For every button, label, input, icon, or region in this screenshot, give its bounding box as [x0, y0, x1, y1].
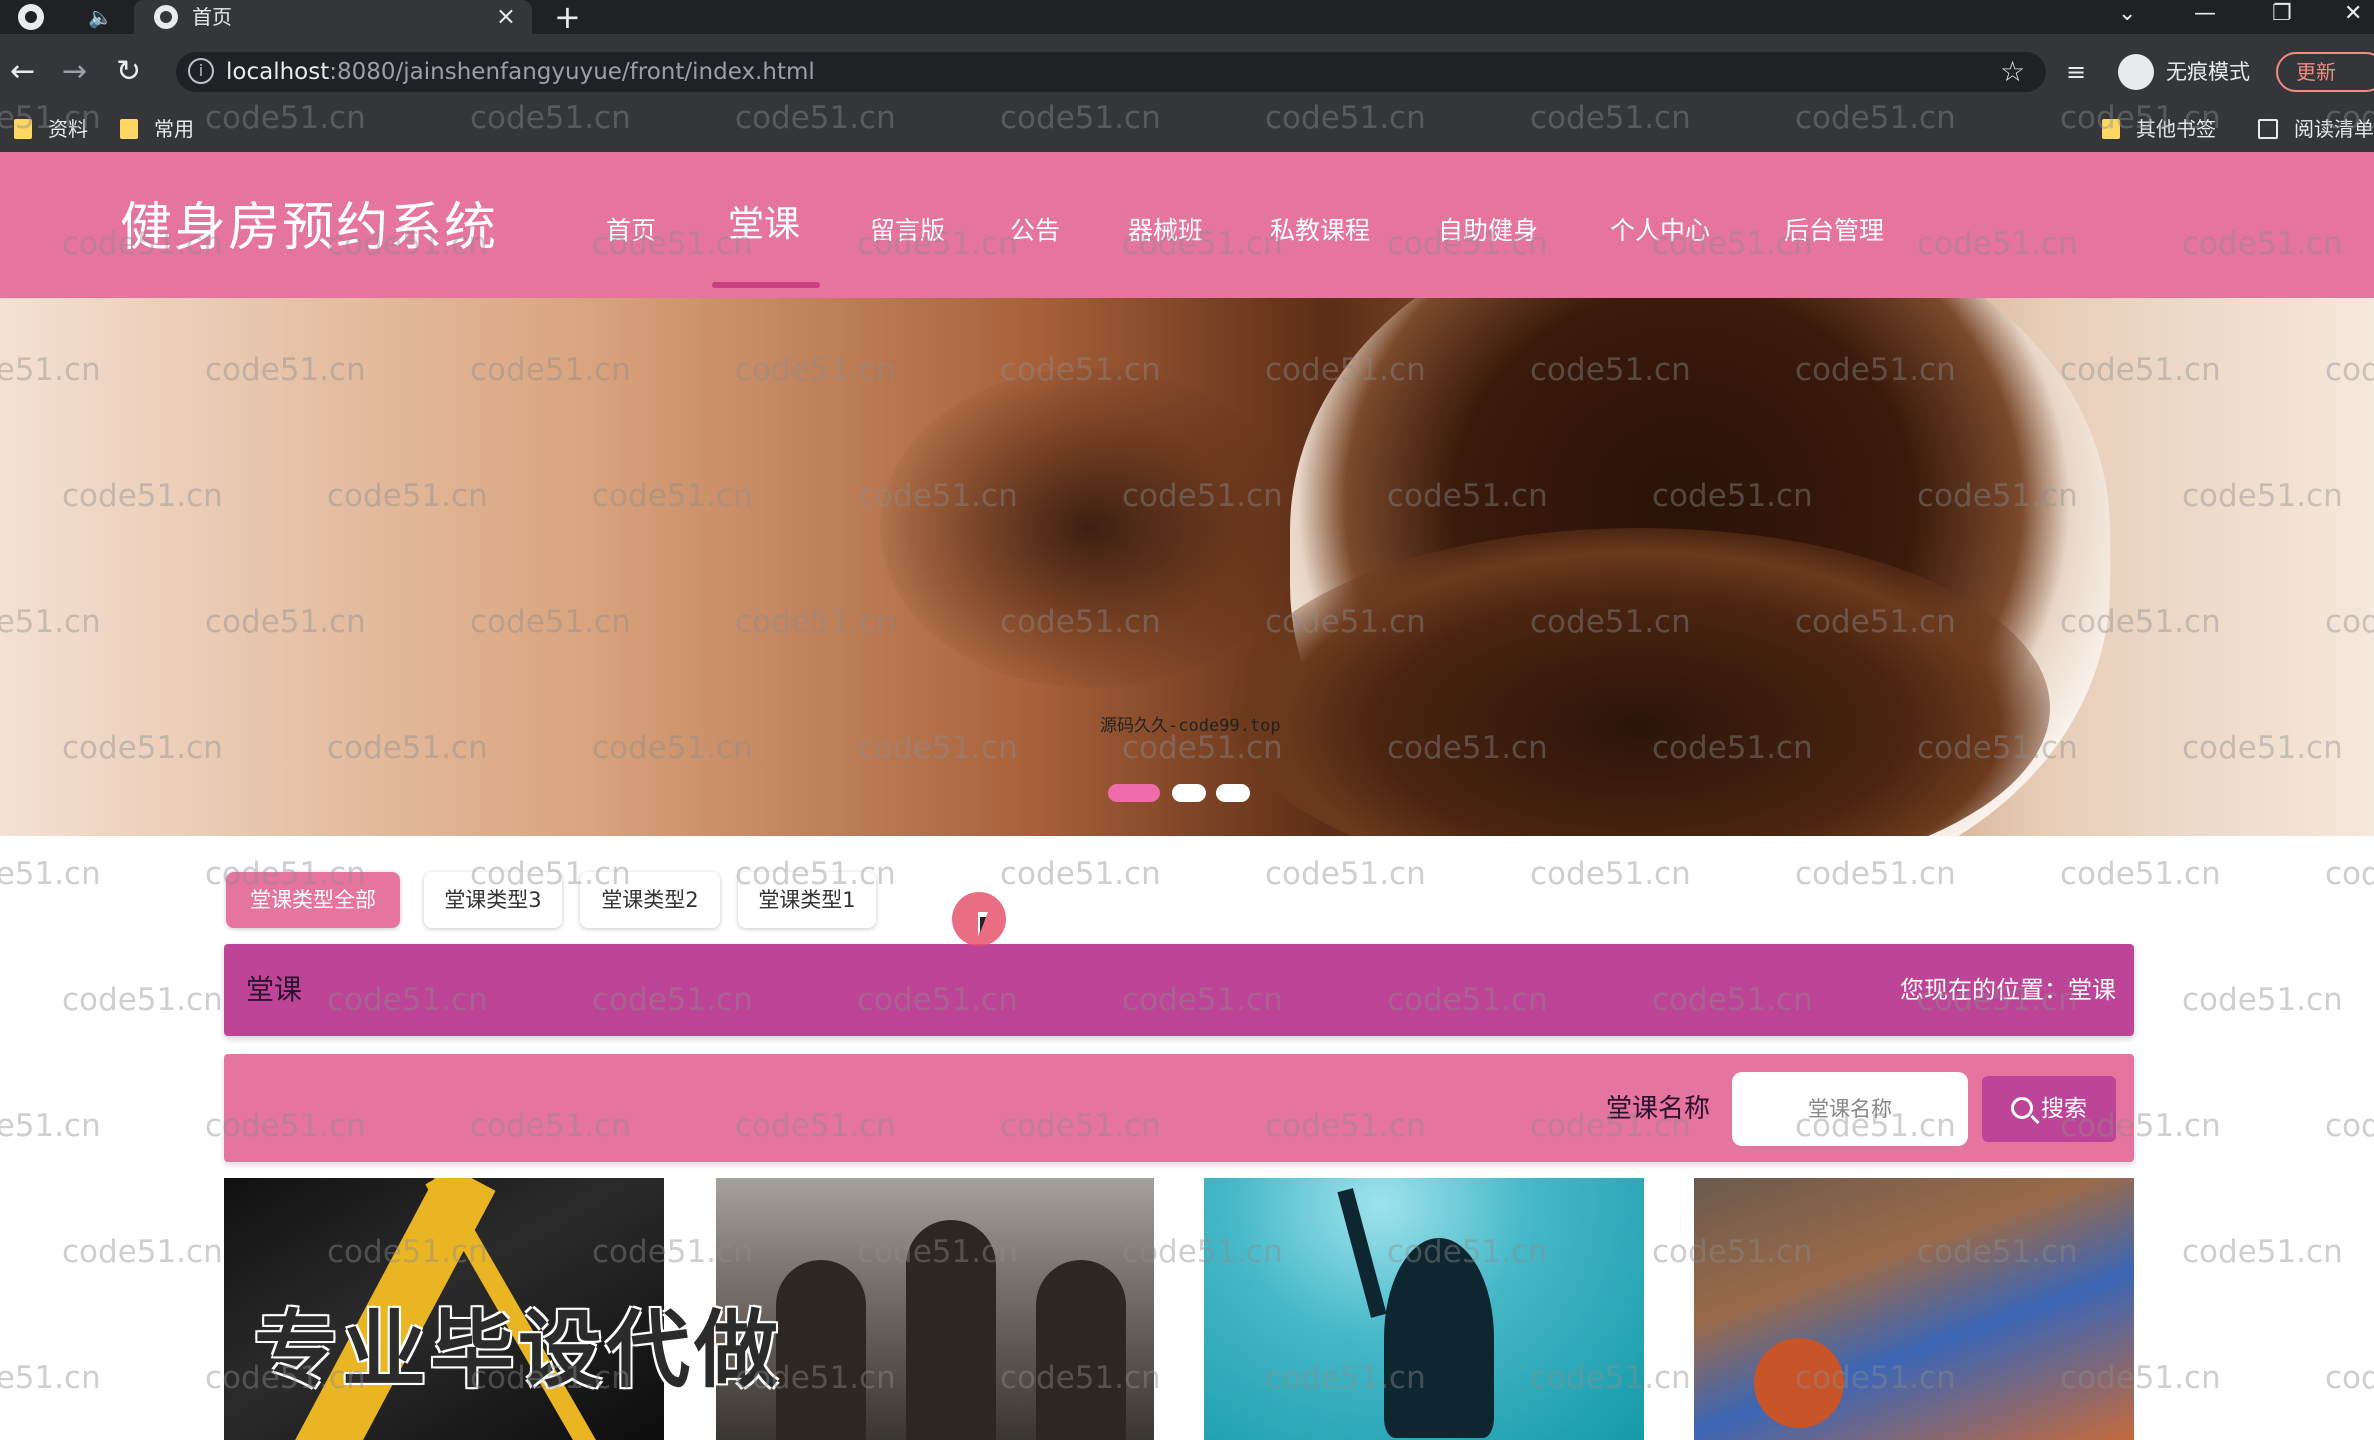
carousel-dot-3[interactable] [1216, 784, 1250, 802]
category-type1[interactable]: 堂课类型1 [738, 872, 876, 928]
nav-private-coaching[interactable]: 私教课程 [1270, 214, 1370, 248]
globe-icon [154, 5, 178, 29]
category-type3[interactable]: 堂课类型3 [424, 872, 562, 928]
reading-list-label: 阅读清单 [2294, 117, 2374, 141]
search-icon [2011, 1097, 2033, 1119]
watermark-text: code51.cn [1795, 856, 1956, 892]
carousel-dot-1[interactable] [1108, 784, 1160, 802]
nav-guestbook[interactable]: 留言版 [870, 214, 945, 248]
athlete-arm [1337, 1188, 1387, 1318]
tab-title: 首页 [192, 5, 232, 29]
search-button[interactable]: 搜索 [1982, 1076, 2116, 1142]
bookmark-label: 常用 [154, 117, 194, 141]
reading-list[interactable]: 阅读清单 [2258, 114, 2374, 144]
banner-caption: 源码久久-code99.top [1100, 716, 1281, 736]
tab-search-icon[interactable]: ⌄ [2118, 0, 2136, 28]
search-panel: 堂课名称 搜索 [224, 1054, 2134, 1162]
nav-equipment[interactable]: 器械班 [1128, 214, 1203, 248]
section-title-bar: 堂课 您现在的位置：堂课 [224, 944, 2134, 1036]
bookmark-label: 资料 [48, 117, 88, 141]
athlete-silhouette [1384, 1238, 1494, 1438]
media-list-icon[interactable]: ≡ [2066, 56, 2086, 88]
search-button-label: 搜索 [2041, 1096, 2087, 1122]
promo-overlay-text: 专业毕设代做 [254, 1300, 783, 1399]
address-bar[interactable]: i localhost:8080/jainshenfangyuyue/front… [176, 52, 2046, 92]
basketball [1754, 1338, 1844, 1428]
other-bookmarks[interactable]: 其他书签 [2102, 114, 2216, 144]
tab-close-icon[interactable]: × [496, 2, 516, 30]
update-button[interactable]: 更新 [2276, 52, 2374, 92]
nav-self-service[interactable]: 自助健身 [1438, 214, 1538, 248]
athlete-figure [1036, 1260, 1126, 1440]
restore-icon[interactable]: ❐ [2272, 0, 2292, 28]
watermark-text: code51.cn [62, 1234, 223, 1270]
watermark-text: code51.cn [0, 1360, 101, 1396]
category-type2[interactable]: 堂课类型2 [580, 872, 720, 928]
section-title: 堂课 [246, 973, 303, 1006]
url-host: localhost [226, 59, 330, 85]
mouse-cursor-inner [980, 917, 986, 933]
folder-icon [14, 119, 32, 139]
watermark-text: code51.cn [2325, 1360, 2374, 1396]
athlete-figure [776, 1260, 866, 1440]
mute-tab-icon[interactable]: 🔈 [88, 4, 113, 30]
watermark-text: code51.cn [2325, 856, 2374, 892]
reading-list-icon [2258, 119, 2278, 139]
banner-bokeh [880, 368, 1300, 688]
watermark-text: code51.cn [62, 982, 223, 1018]
bookmark-folder-changyong[interactable]: 常用 [120, 114, 194, 144]
url-path: :8080/jainshenfangyuyue/front/index.html [329, 59, 815, 85]
carousel-dot-2[interactable] [1172, 784, 1206, 802]
folder-icon [2102, 119, 2120, 139]
class-name-search-input[interactable] [1732, 1072, 1968, 1146]
reload-icon[interactable]: ↻ [116, 52, 141, 92]
bookmark-star-icon[interactable]: ☆ [2000, 54, 2025, 90]
browser-toolbar: ← → ↻ i localhost:8080/jainshenfangyuyue… [0, 34, 2374, 152]
watermark-text: code51.cn [1530, 856, 1691, 892]
nav-announcements[interactable]: 公告 [1010, 214, 1060, 248]
browser-tab-strip: 🔈 首页 × + ⌄ — ❐ ✕ [0, 0, 2374, 34]
watermark-text: code51.cn [1265, 856, 1426, 892]
url-text[interactable]: localhost:8080/jainshenfangyuyue/front/i… [226, 56, 815, 88]
site-header: 健身房预约系统 首页 堂课 留言版 公告 器械班 私教课程 自助健身 个人中心 … [0, 152, 2374, 298]
category-all[interactable]: 堂课类型全部 [226, 872, 400, 928]
watermark-text: code51.cn [2182, 982, 2343, 1018]
banner-carousel[interactable]: 源码久久-code99.top [0, 298, 2374, 836]
athlete-figure [906, 1220, 996, 1440]
search-field-label: 堂课名称 [1606, 1094, 1711, 1124]
bookmark-folder-ziliao[interactable]: 资料 [14, 114, 88, 144]
watermark-text: code51.cn [2060, 856, 2221, 892]
watermark-text: code51.cn [1000, 856, 1161, 892]
breadcrumb-location: 您现在的位置：堂课 [1900, 976, 2116, 1004]
incognito-icon[interactable] [2118, 54, 2154, 90]
site-logo-title[interactable]: 健身房预约系统 [120, 198, 498, 258]
other-bookmarks-label: 其他书签 [2136, 117, 2216, 141]
minimize-icon[interactable]: — [2194, 0, 2216, 28]
forward-arrow-icon[interactable]: → [62, 52, 87, 92]
watermark-text: code51.cn [0, 1108, 101, 1144]
nav-admin[interactable]: 后台管理 [1784, 214, 1884, 248]
class-card-4-image[interactable] [1694, 1178, 2134, 1440]
folder-icon [120, 119, 138, 139]
watermark-text: code51.cn [0, 856, 101, 892]
new-tab-button[interactable]: + [554, 0, 581, 34]
watermark-text: code51.cn [2325, 1108, 2374, 1144]
site-info-icon[interactable]: i [188, 58, 214, 84]
incognito-label: 无痕模式 [2166, 60, 2250, 84]
browser-app-icon[interactable] [18, 4, 44, 30]
nav-active-indicator [712, 282, 820, 288]
browser-tab-active[interactable]: 首页 × [134, 0, 532, 34]
watermark-text: code51.cn [2182, 1234, 2343, 1270]
class-card-3-image[interactable] [1204, 1178, 1644, 1440]
nav-home[interactable]: 首页 [606, 214, 656, 248]
nav-classes[interactable]: 堂课 [728, 202, 800, 248]
window-close-icon[interactable]: ✕ [2344, 0, 2362, 28]
back-arrow-icon[interactable]: ← [10, 52, 35, 92]
nav-personal-center[interactable]: 个人中心 [1610, 214, 1710, 248]
